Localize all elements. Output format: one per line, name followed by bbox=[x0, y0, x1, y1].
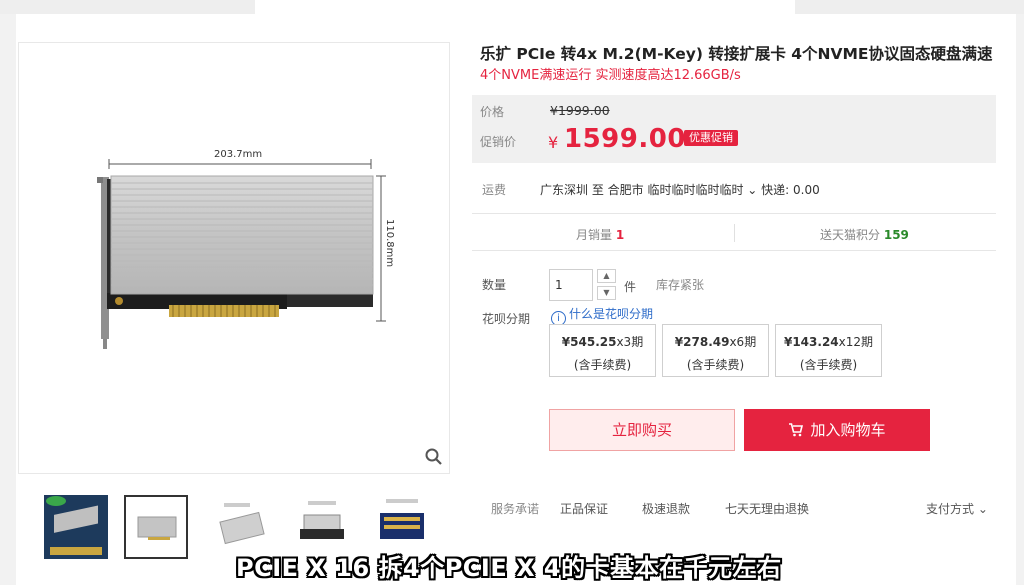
installment-plan-6[interactable]: ¥278.49x6期 (含手续费) bbox=[662, 324, 769, 377]
plan-fee: (含手续费) bbox=[686, 358, 745, 372]
product-page: 203.7mm 110.8mm 乐扩 PCIe 转4x M.2(M-Key) 转… bbox=[0, 0, 1024, 585]
quantity-label: 数量 bbox=[482, 278, 507, 292]
chevron-down-icon: ⌄ bbox=[974, 502, 988, 516]
plan-fee: (含手续费) bbox=[799, 358, 858, 372]
service-label: 服务承诺 bbox=[491, 502, 540, 516]
plan-term: x3期 bbox=[616, 335, 644, 349]
plan-amount: ¥278.49 bbox=[674, 335, 730, 349]
installment-plan-3[interactable]: ¥545.25x3期 (含手续费) bbox=[549, 324, 656, 377]
points-label: 送天猫积分 bbox=[820, 228, 881, 242]
buy-now-button[interactable]: 立即购买 bbox=[549, 409, 735, 451]
plan-term: x6期 bbox=[729, 335, 757, 349]
chevron-down-icon[interactable]: ⌄ bbox=[743, 183, 761, 197]
shipping-row: 运费 广东深圳 至 合肥市 临时临时临时临时 ⌄ 快递: 0.00 bbox=[482, 181, 820, 198]
list-price: ¥1999.00 bbox=[550, 103, 610, 118]
dimension-height-label: 110.8mm bbox=[384, 219, 395, 267]
payment-methods[interactable]: 支付方式 ⌄ bbox=[926, 500, 988, 517]
price-box: 价格 ¥1999.00 促销价 ¥ 1599.00 优惠促销 bbox=[472, 95, 996, 163]
quantity-input[interactable]: 1 bbox=[549, 269, 593, 301]
payment-label: 支付方式 bbox=[926, 502, 975, 516]
tmall-points: 送天猫积分 159 bbox=[820, 226, 909, 243]
huabei-help-link[interactable]: i 什么是花呗分期 bbox=[551, 305, 654, 326]
promo-badge: 优惠促销 bbox=[684, 130, 738, 146]
left-margin bbox=[0, 14, 16, 585]
product-subtitle: 4个NVME满速运行 实测速度高达12.66GB/s bbox=[480, 68, 741, 83]
monthly-sales-value: 1 bbox=[615, 228, 625, 242]
monthly-sales-label: 月销量 bbox=[576, 228, 613, 242]
main-product-image[interactable]: 203.7mm 110.8mm bbox=[18, 42, 450, 474]
shipping-label: 运费 bbox=[482, 183, 507, 197]
top-strip bbox=[0, 0, 1024, 14]
promo-price-label: 促销价 bbox=[480, 135, 517, 149]
quantity-increase-button[interactable]: ▲ bbox=[597, 269, 616, 283]
currency-symbol: ¥ bbox=[548, 133, 559, 152]
video-caption: PCIE X 16 拆4个PCIE X 4的卡基本在千元左右 bbox=[236, 554, 782, 582]
plan-fee: (含手续费) bbox=[573, 358, 632, 372]
installment-plan-12[interactable]: ¥143.24x12期 (含手续费) bbox=[775, 324, 882, 377]
stats-bar: 月销量 1 送天猫积分 159 bbox=[472, 213, 996, 251]
right-margin bbox=[1016, 14, 1024, 585]
add-to-cart-button[interactable]: 加入购物车 bbox=[744, 409, 930, 451]
huabei-label: 花呗分期 bbox=[482, 312, 531, 326]
shipping-route[interactable]: 广东深圳 至 合肥市 临时临时临时临时 bbox=[540, 183, 743, 197]
monthly-sales: 月销量 1 bbox=[576, 226, 624, 243]
service-fast-refund[interactable]: 极速退款 bbox=[642, 500, 690, 517]
product-title: 乐扩 PCIe 转4x M.2(M-Key) 转接扩展卡 4个NVME协议固态硬… bbox=[480, 45, 993, 63]
quantity-decrease-button[interactable]: ▼ bbox=[597, 286, 616, 300]
dimension-width-label: 203.7mm bbox=[214, 149, 262, 160]
cart-icon bbox=[789, 423, 804, 437]
service-seven-day-return[interactable]: 七天无理由退换 bbox=[725, 500, 809, 517]
add-to-cart-label: 加入购物车 bbox=[810, 421, 886, 439]
service-genuine[interactable]: 正品保证 bbox=[560, 500, 608, 517]
plan-term: x12期 bbox=[838, 335, 874, 349]
stock-status: 库存紧张 bbox=[656, 278, 705, 292]
promo-price: 1599.00 bbox=[564, 124, 686, 154]
points-value: 159 bbox=[883, 228, 909, 242]
stats-divider bbox=[734, 224, 735, 242]
plan-amount: ¥545.25 bbox=[561, 335, 617, 349]
huabei-help-text: 什么是花呗分期 bbox=[569, 307, 654, 321]
thumbnail-1[interactable] bbox=[44, 495, 108, 559]
plan-amount: ¥143.24 bbox=[783, 335, 839, 349]
quantity-unit: 件 bbox=[624, 280, 637, 294]
magnifier-icon[interactable] bbox=[424, 447, 444, 467]
list-price-label: 价格 bbox=[480, 105, 505, 119]
pcie-card-illustration: 203.7mm 110.8mm bbox=[97, 149, 395, 349]
shipping-express: 快递: 0.00 bbox=[761, 183, 820, 197]
thumbnail-2[interactable] bbox=[124, 495, 188, 559]
